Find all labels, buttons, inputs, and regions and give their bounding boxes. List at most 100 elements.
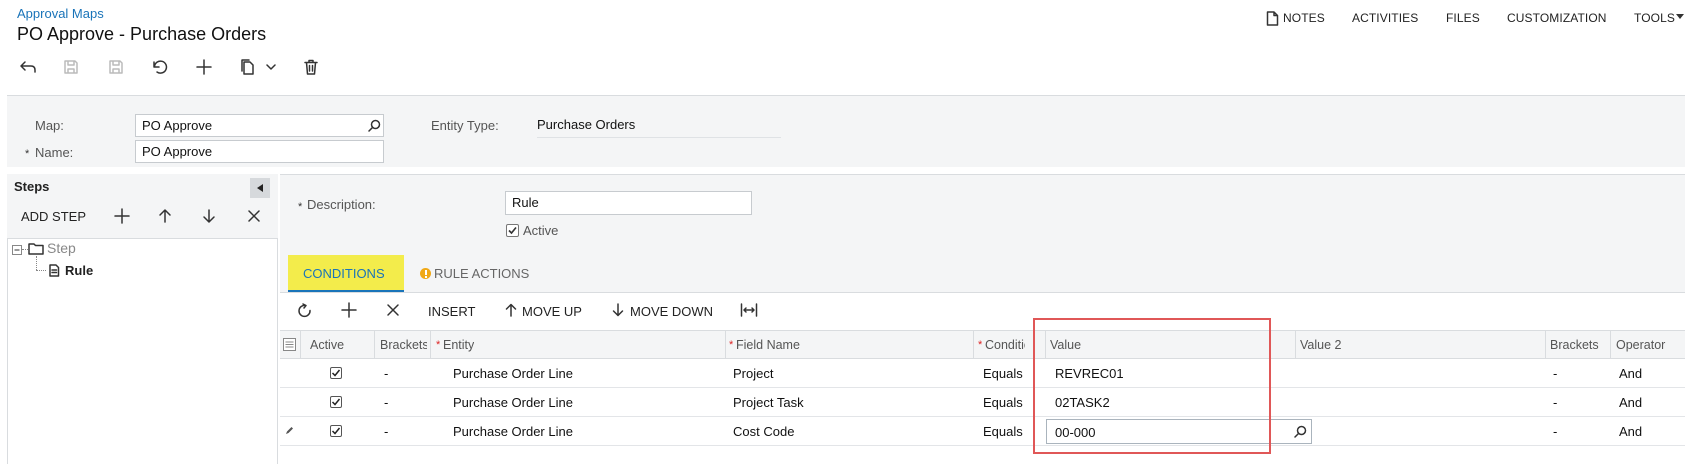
files-button[interactable]: FILES bbox=[1446, 11, 1480, 25]
steps-title: Steps bbox=[14, 179, 50, 194]
grid-toolbar bbox=[280, 292, 1685, 330]
insert-button[interactable]: INSERT bbox=[428, 304, 475, 319]
copy-paste-chevron-icon[interactable] bbox=[266, 64, 276, 71]
condition-required-marker: * bbox=[978, 339, 983, 351]
check-icon bbox=[331, 398, 341, 406]
column-header-active[interactable]: Active bbox=[310, 338, 344, 352]
row-active-checkbox[interactable] bbox=[330, 367, 342, 379]
copy-paste-icon[interactable] bbox=[237, 56, 259, 78]
column-header-condition[interactable]: Condition bbox=[985, 338, 1025, 352]
back-icon[interactable] bbox=[17, 56, 39, 78]
add-row-icon[interactable] bbox=[341, 302, 357, 318]
cell-operator[interactable]: And bbox=[1619, 424, 1642, 439]
check-icon bbox=[508, 226, 517, 235]
tab-conditions-label: CONDITIONS bbox=[303, 266, 385, 281]
active-label: Active bbox=[523, 223, 559, 238]
entity-required-marker: * bbox=[436, 339, 441, 351]
customization-button[interactable]: CUSTOMIZATION bbox=[1507, 11, 1607, 25]
cell-brackets[interactable]: - bbox=[384, 424, 388, 439]
tools-chevron-icon[interactable] bbox=[1676, 14, 1684, 20]
cell-entity[interactable]: Purchase Order Line bbox=[453, 395, 573, 410]
description-label: Description: bbox=[307, 197, 376, 212]
cell-condition[interactable]: Equals bbox=[983, 366, 1023, 381]
map-selector[interactable]: PO Approve bbox=[135, 114, 384, 137]
table-row[interactable]: - Purchase Order Line Project Equals REV… bbox=[280, 359, 1685, 388]
cell-entity[interactable]: Purchase Order Line bbox=[453, 424, 573, 439]
arrow-down-icon[interactable] bbox=[202, 208, 216, 224]
name-required-marker: * bbox=[25, 148, 30, 160]
cell-brackets2[interactable]: - bbox=[1553, 424, 1557, 439]
tools-button[interactable]: TOOLS bbox=[1634, 11, 1675, 25]
annotation-highlight-box bbox=[1033, 318, 1271, 454]
move-up-button[interactable]: MOVE UP bbox=[522, 304, 582, 319]
cell-brackets2[interactable]: - bbox=[1553, 366, 1557, 381]
check-icon bbox=[331, 427, 341, 435]
cell-field-name[interactable]: Project Task bbox=[733, 395, 804, 410]
tree-item-step[interactable]: Step bbox=[47, 240, 76, 256]
column-header-entity[interactable]: Entity bbox=[443, 338, 474, 352]
activities-button[interactable]: ACTIVITIES bbox=[1352, 11, 1418, 25]
name-value: PO Approve bbox=[142, 144, 213, 159]
notes-icon[interactable] bbox=[1266, 11, 1279, 26]
cell-condition[interactable]: Equals bbox=[983, 395, 1023, 410]
map-label: Map: bbox=[35, 118, 64, 133]
collapse-panel-button[interactable] bbox=[250, 178, 270, 198]
edit-pencil-icon bbox=[285, 426, 294, 435]
arrow-up-icon[interactable] bbox=[158, 208, 172, 224]
page-title: PO Approve - Purchase Orders bbox=[17, 24, 267, 44]
cell-condition[interactable]: Equals bbox=[983, 424, 1023, 439]
description-required-marker: * bbox=[298, 201, 303, 213]
arrow-down-icon[interactable] bbox=[612, 303, 624, 317]
add-icon[interactable] bbox=[114, 208, 130, 224]
undo-icon[interactable] bbox=[149, 56, 171, 78]
map-value: PO Approve bbox=[142, 118, 213, 133]
column-header-value2[interactable]: Value 2 bbox=[1300, 338, 1341, 352]
fit-columns-icon[interactable] bbox=[740, 303, 758, 317]
cell-operator[interactable]: And bbox=[1619, 395, 1642, 410]
arrow-up-icon[interactable] bbox=[505, 303, 517, 317]
cell-field-name[interactable]: Cost Code bbox=[733, 424, 794, 439]
description-field[interactable]: Rule bbox=[505, 191, 752, 215]
close-icon[interactable] bbox=[247, 209, 261, 223]
name-label: Name: bbox=[35, 145, 74, 160]
delete-icon[interactable] bbox=[300, 56, 322, 78]
column-header-brackets[interactable]: Brackets bbox=[380, 338, 427, 352]
cell-brackets2[interactable]: - bbox=[1553, 395, 1557, 410]
entity-type-value: Purchase Orders bbox=[537, 117, 781, 138]
table-row[interactable]: - Purchase Order Line Cost Code Equals 0… bbox=[280, 417, 1685, 446]
cell-entity[interactable]: Purchase Order Line bbox=[453, 366, 573, 381]
grid-settings-icon[interactable] bbox=[283, 338, 296, 351]
refresh-icon[interactable] bbox=[297, 302, 313, 318]
delete-row-icon[interactable] bbox=[386, 303, 400, 317]
tab-rule-actions[interactable]: RULE ACTIONS bbox=[434, 266, 529, 281]
cell-operator[interactable]: And bbox=[1619, 366, 1642, 381]
add-icon[interactable] bbox=[193, 56, 215, 78]
breadcrumb[interactable]: Approval Maps bbox=[17, 6, 104, 21]
warning-icon bbox=[420, 268, 431, 279]
save-icon[interactable] bbox=[105, 56, 127, 78]
tree-item-rule[interactable]: Rule bbox=[65, 263, 93, 278]
save-close-icon[interactable] bbox=[60, 56, 82, 78]
column-header-field-name[interactable]: Field Name bbox=[736, 338, 800, 352]
grid-header: Active Brackets * Entity * Field Name * … bbox=[280, 330, 1685, 359]
tree-connector bbox=[36, 270, 46, 271]
cell-brackets[interactable]: - bbox=[384, 395, 388, 410]
check-icon bbox=[331, 369, 341, 377]
cell-field-name[interactable]: Project bbox=[733, 366, 773, 381]
folder-icon bbox=[28, 242, 44, 255]
tree-collapse-icon[interactable] bbox=[12, 245, 22, 255]
search-icon[interactable] bbox=[368, 119, 381, 132]
table-row[interactable]: - Purchase Order Line Project Task Equal… bbox=[280, 388, 1685, 417]
active-checkbox[interactable] bbox=[506, 224, 519, 237]
notes-button[interactable]: NOTES bbox=[1283, 11, 1325, 25]
add-step-button[interactable]: ADD STEP bbox=[21, 209, 86, 224]
name-field[interactable]: PO Approve bbox=[135, 140, 384, 163]
row-active-checkbox[interactable] bbox=[330, 425, 342, 437]
move-down-button[interactable]: MOVE DOWN bbox=[630, 304, 713, 319]
caret-left-icon bbox=[257, 184, 263, 192]
column-header-brackets2[interactable]: Brackets bbox=[1550, 338, 1600, 352]
column-header-operator[interactable]: Operator bbox=[1616, 338, 1676, 352]
search-icon[interactable] bbox=[1294, 425, 1307, 438]
cell-brackets[interactable]: - bbox=[384, 366, 388, 381]
row-active-checkbox[interactable] bbox=[330, 396, 342, 408]
